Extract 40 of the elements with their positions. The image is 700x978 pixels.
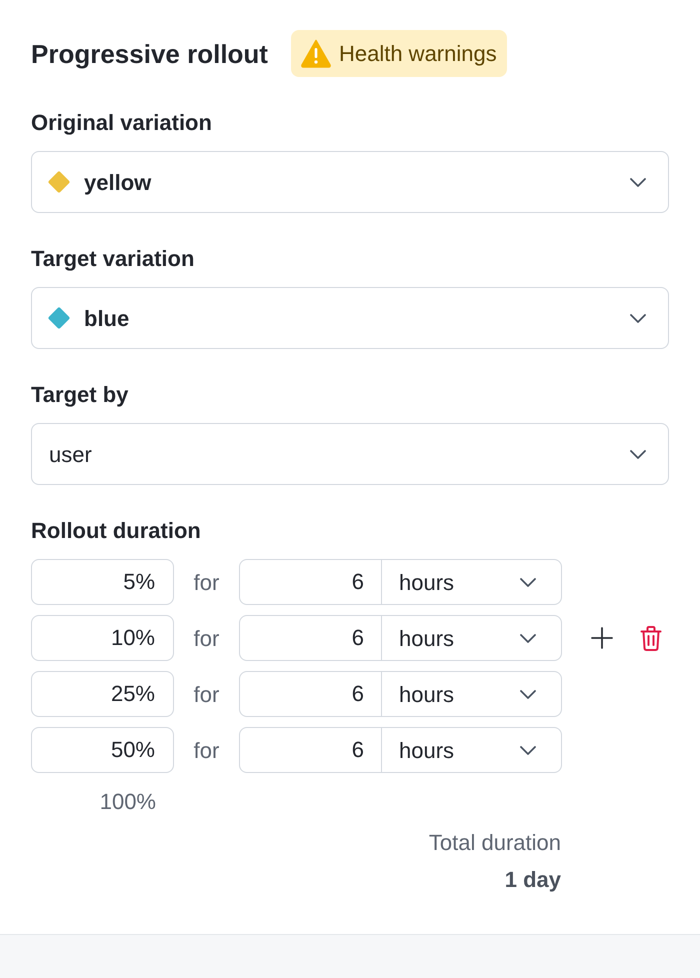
duration-input[interactable]: 6 [239, 615, 382, 661]
duration-input[interactable]: 6 [239, 559, 382, 605]
for-label: for [194, 568, 220, 596]
dropdown-select[interactable]: user [31, 423, 669, 485]
total-duration-label: Total duration [428, 829, 561, 857]
section-title: Progressive rollout [31, 38, 268, 70]
chevron-down-icon [520, 690, 536, 698]
duration-input[interactable]: 6 [239, 671, 382, 717]
percent-input[interactable]: 5% [31, 559, 174, 605]
plus-icon [591, 627, 613, 649]
chevron-down-icon [630, 450, 646, 458]
unit-select[interactable]: hours [382, 727, 562, 773]
field-label: Target variation [31, 245, 194, 273]
variation-select[interactable]: yellow [31, 151, 669, 213]
unit-select[interactable]: hours [382, 671, 562, 717]
percent-input[interactable]: 10% [31, 615, 174, 661]
for-label: for [194, 736, 220, 764]
chevron-down-icon [520, 746, 536, 754]
unit-select[interactable]: hours [382, 559, 562, 605]
percent-input[interactable]: 25% [31, 671, 174, 717]
chevron-down-icon [630, 178, 646, 186]
percent-input[interactable]: 50% [31, 727, 174, 773]
variation-select[interactable]: blue [31, 287, 669, 349]
field-label: Rollout duration [31, 517, 201, 545]
add-step-button[interactable] [591, 627, 613, 649]
chevron-down-icon [520, 634, 536, 642]
delete-step-button[interactable] [640, 626, 662, 650]
final-percent: 100% [100, 788, 156, 816]
total-duration-value: 1 day [504, 866, 561, 894]
field-label: Original variation [31, 109, 212, 137]
warning-icon [300, 39, 331, 68]
health-warnings-badge: Health warnings [290, 30, 507, 77]
duration-input[interactable]: 6 [239, 727, 382, 773]
field-label: Target by [31, 381, 128, 409]
for-label: for [194, 624, 220, 652]
trash-icon [640, 626, 662, 650]
chevron-down-icon [630, 314, 646, 322]
unit-select[interactable]: hours [382, 615, 562, 661]
chevron-down-icon [520, 578, 536, 586]
for-label: for [194, 680, 220, 708]
